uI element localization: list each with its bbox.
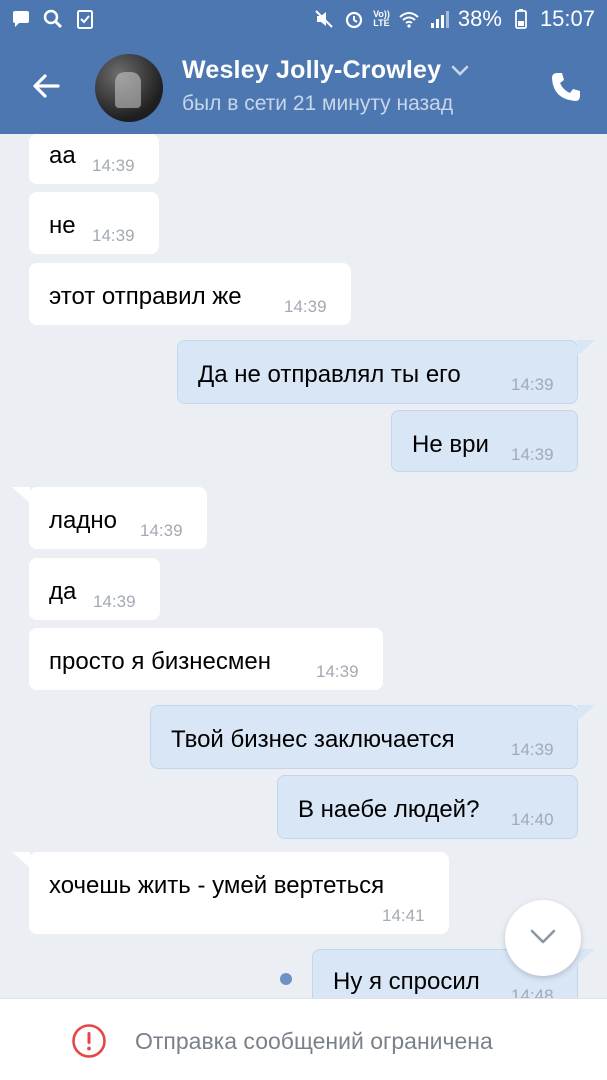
contact-name[interactable]: Wesley Jolly-Crowley	[182, 56, 469, 85]
message-time: 14:39	[93, 592, 136, 611]
message-bubble-incoming[interactable]: да 14:39	[29, 558, 160, 620]
message-bubble-incoming[interactable]: ладно 14:39	[29, 487, 207, 549]
message-text: Да не отправлял ты его	[198, 361, 461, 388]
message-time: 14:39	[511, 740, 554, 759]
chevron-down-icon	[530, 929, 556, 944]
battery-percent: 38%	[457, 6, 502, 31]
message-text: хочешь жить - умей вертеться	[49, 872, 385, 899]
message-text: В наебе людей?	[298, 796, 480, 823]
battery-icon	[515, 9, 527, 29]
message-time: 14:48	[511, 986, 554, 998]
unread-indicator	[280, 973, 292, 985]
message-time: 14:39	[284, 297, 327, 316]
message-time: 14:39	[511, 375, 554, 394]
message-text: ладно	[49, 507, 117, 534]
message-time: 14:39	[140, 521, 183, 540]
checklist-icon	[77, 10, 93, 29]
message-text: Твой бизнес заключается	[171, 726, 455, 753]
message-bubble-outgoing[interactable]: Твой бизнес заключается 14:39	[150, 705, 578, 769]
message-text: да	[49, 578, 77, 605]
message-bubble-outgoing[interactable]: Да не отправлял ты его 14:39	[177, 340, 578, 404]
message-bubble-incoming[interactable]: не 14:39	[29, 192, 159, 254]
message-bubble-outgoing[interactable]: Не ври 14:39	[391, 410, 578, 472]
message-list[interactable]: аа 14:39 не 14:39 этот отправил же 14:39…	[0, 134, 607, 998]
scroll-to-bottom-button[interactable]	[505, 900, 581, 976]
message-text: просто я бизнесмен	[49, 648, 271, 675]
message-time: 14:40	[511, 810, 554, 829]
alarm-icon	[345, 11, 363, 29]
status-bar: Vo)) LTE 38% 15:07	[0, 0, 607, 40]
phone-icon[interactable]	[549, 70, 583, 104]
mute-icon	[315, 10, 333, 28]
search-icon	[43, 9, 63, 29]
volte-icon: Vo)) LTE	[373, 10, 390, 28]
message-bubble-incoming[interactable]: просто я бизнесмен 14:39	[29, 628, 383, 690]
chat-header: Wesley Jolly-Crowley был в сети 21 минут…	[0, 40, 607, 134]
chevron-down-icon[interactable]	[451, 65, 469, 77]
message-time: 14:41	[382, 906, 425, 925]
message-bubble-outgoing[interactable]: В наебе людей? 14:40	[277, 775, 578, 839]
bubble-tail	[577, 340, 595, 356]
message-bubble-incoming[interactable]: аа 14:39	[29, 134, 159, 184]
avatar[interactable]	[95, 54, 163, 122]
volte-label-bottom: LTE	[373, 18, 390, 28]
last-seen-status: был в сети 21 минуту назад	[182, 92, 454, 115]
back-arrow-icon[interactable]	[28, 68, 64, 104]
messaging-restricted-bar: Отправка сообщений ограничена	[0, 998, 607, 1080]
message-text: этот отправил же	[49, 283, 242, 310]
status-right-icons: Vo)) LTE 38% 15:07	[313, 6, 595, 32]
chat-icon	[13, 11, 29, 27]
bubble-tail	[577, 705, 595, 721]
bubble-tail	[12, 852, 30, 868]
message-text: не	[49, 212, 76, 239]
message-text: Не ври	[412, 431, 489, 458]
warning-circle-icon	[72, 1024, 106, 1058]
status-time: 15:07	[539, 6, 595, 31]
status-left-icons	[10, 8, 96, 30]
contact-name-label: Wesley Jolly-Crowley	[182, 56, 442, 84]
message-time: 14:39	[316, 662, 359, 681]
message-time: 14:39	[92, 226, 135, 245]
message-text: аа	[49, 142, 76, 169]
wifi-icon	[399, 12, 419, 28]
message-bubble-incoming[interactable]: хочешь жить - умей вертеться 14:41	[29, 852, 449, 934]
message-text: Ну я спросил	[333, 968, 480, 995]
message-bubble-incoming[interactable]: этот отправил же 14:39	[29, 263, 351, 325]
restricted-message: Отправка сообщений ограничена	[135, 1028, 493, 1054]
message-time: 14:39	[92, 156, 135, 175]
bubble-tail	[12, 487, 30, 503]
bubble-tail	[577, 949, 595, 965]
message-time: 14:39	[511, 445, 554, 464]
signal-icon	[430, 11, 449, 28]
